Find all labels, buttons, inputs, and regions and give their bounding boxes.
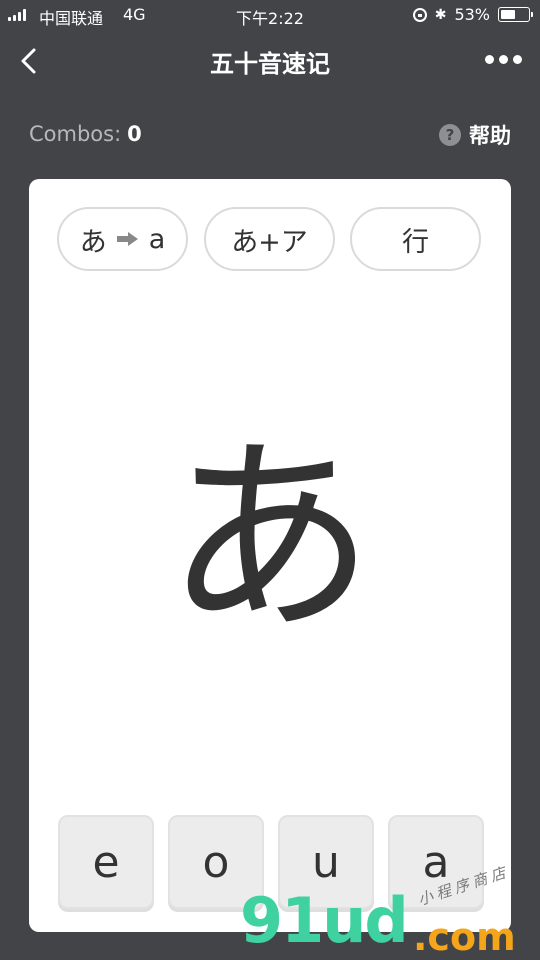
more-options-icon[interactable] (485, 55, 522, 64)
combos-counter: Combos: 0 (29, 122, 142, 146)
help-button[interactable]: ? 帮助 (439, 120, 511, 150)
mode-hira-kata-label: あ+ア (231, 226, 308, 258)
combos-value: 0 (127, 122, 142, 146)
help-label: 帮助 (469, 124, 511, 148)
combos-label: Combos: (29, 122, 122, 146)
mode-hiragana-katakana-button[interactable]: あ+ア (204, 207, 335, 271)
nav-bar: 五十音速记 (0, 30, 540, 90)
mode-row-label: 行 (402, 226, 429, 258)
mode-romaji-label: a (148, 223, 166, 255)
watermark: 小程序商店 91ud .com (240, 863, 540, 960)
answer-button[interactable]: e (58, 815, 154, 909)
orientation-lock-icon (412, 7, 427, 22)
watermark-logo: 91ud (240, 884, 409, 957)
bluetooth-icon: ✱ (434, 6, 447, 23)
quiz-card: あ a あ+ア 行 あ e o u a (29, 179, 511, 932)
kana-character: あ (164, 416, 375, 661)
arrow-right-icon (116, 232, 139, 246)
watermark-domain: .com (413, 915, 516, 959)
status-bar: 中国联通 4G 下午2:22 ✱ 53% (0, 0, 540, 30)
mode-kana-to-romaji-button[interactable]: あ a (57, 207, 188, 271)
mode-row-button[interactable]: 行 (350, 207, 481, 271)
help-icon: ? (439, 124, 461, 146)
page-title: 五十音速记 (210, 50, 330, 78)
mode-kana-label: あ (79, 226, 107, 258)
battery-percent: 53% (454, 5, 490, 24)
battery-icon (498, 7, 533, 22)
